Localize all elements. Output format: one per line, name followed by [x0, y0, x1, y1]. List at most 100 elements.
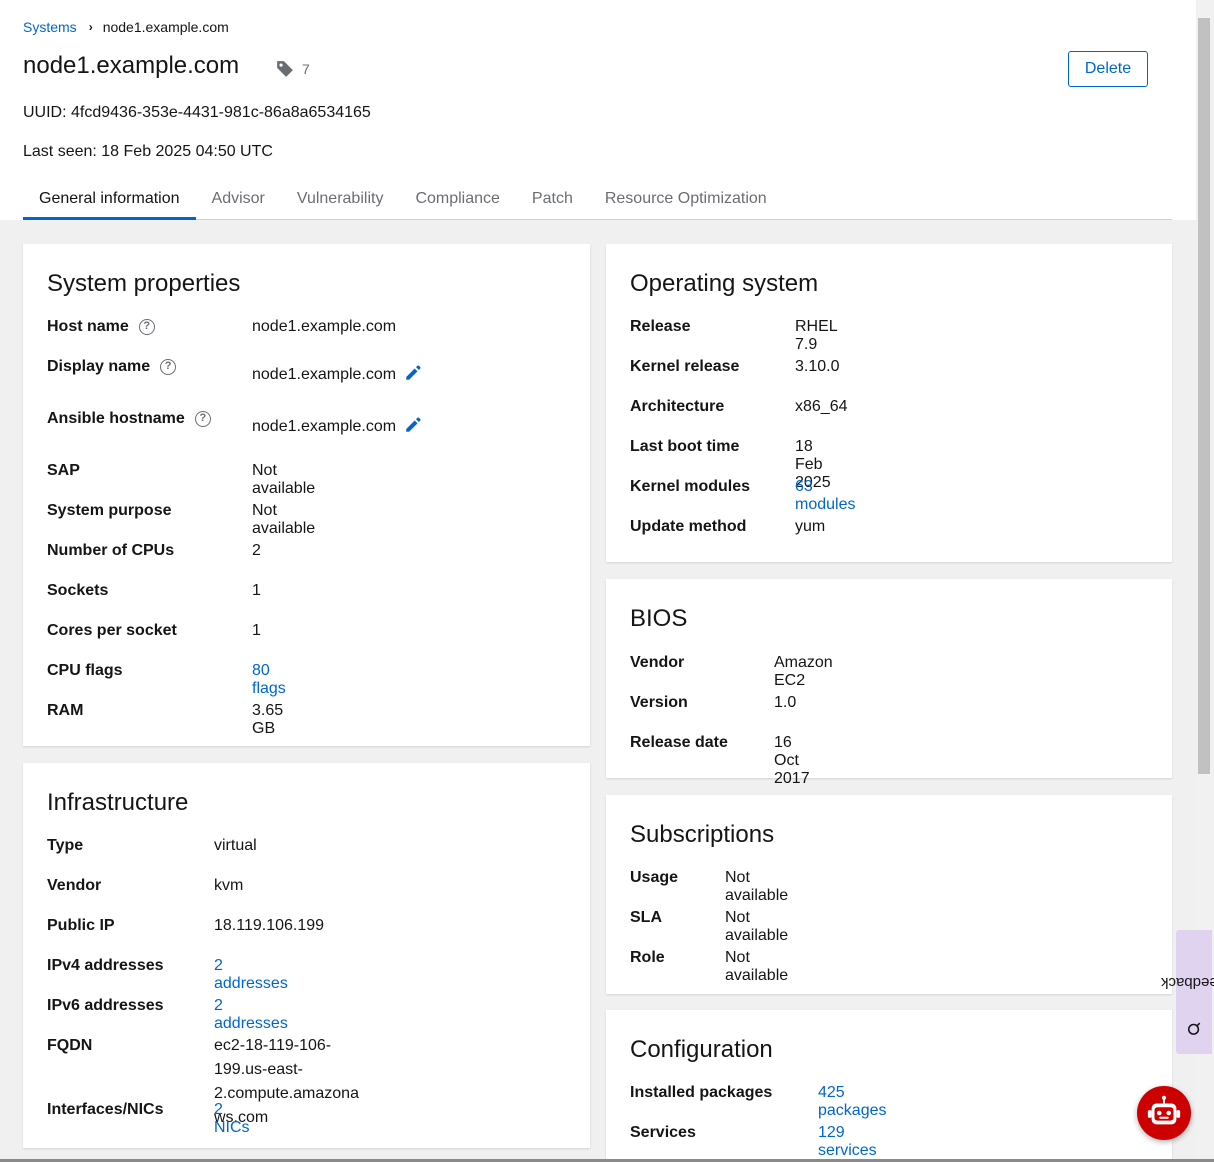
- system-properties-card: System properties Host name? node1.examp…: [23, 244, 590, 746]
- help-icon[interactable]: ?: [194, 411, 211, 427]
- card-title: Configuration: [630, 1036, 773, 1063]
- fqdn-row: FQDN ec2-18-119-106-199.us-east-2.comput…: [47, 1037, 359, 1126]
- vendor-value: kvm: [214, 877, 244, 894]
- bios-date-value: 16 Oct 2017: [774, 734, 810, 787]
- role-row: Role Not available: [630, 949, 788, 984]
- feedback-icon: [1187, 1022, 1200, 1035]
- ansible-hostname-label: Ansible hostname: [47, 410, 185, 427]
- installed-packages-label: Installed packages: [630, 1084, 773, 1101]
- bios-date-label: Release date: [630, 734, 728, 751]
- system-purpose-label: System purpose: [47, 502, 172, 519]
- feedback-button[interactable]: Feedback: [1161, 930, 1214, 1054]
- infrastructure-card: Infrastructure Type virtual Vendor kvm P…: [23, 763, 590, 1148]
- tag-count: 7: [302, 61, 310, 77]
- system-purpose-row: System purpose Not available: [47, 502, 315, 537]
- cores-value: 1: [252, 622, 261, 639]
- sla-value: Not available: [725, 909, 789, 944]
- system-uuid: UUID: 4fcd9436-353e-4431-981c-86a8a65341…: [23, 104, 371, 121]
- ipv6-link[interactable]: 2 addresses: [214, 997, 288, 1032]
- tag-icon: [277, 61, 293, 77]
- help-icon[interactable]: ?: [160, 359, 177, 375]
- update-method-row: Update method yum: [630, 518, 825, 536]
- kernel-release-value: 3.10.0: [795, 358, 840, 375]
- sla-row: SLA Not available: [630, 909, 788, 944]
- help-icon[interactable]: ?: [138, 319, 155, 335]
- tab-patch[interactable]: Patch: [516, 184, 589, 220]
- public-ip-row: Public IP 18.119.106.199: [47, 917, 324, 935]
- nics-label: Interfaces/NICs: [47, 1101, 164, 1118]
- cpus-label: Number of CPUs: [47, 542, 175, 559]
- type-row: Type virtual: [47, 837, 257, 855]
- card-title: Infrastructure: [47, 789, 189, 816]
- main-content: System properties Host name? node1.examp…: [0, 220, 1196, 1162]
- architecture-row: Architecture x86_64: [630, 398, 848, 416]
- host-name-value: node1.example.com: [252, 318, 397, 335]
- chevron-right-icon: ›: [88, 20, 93, 34]
- kernel-modules-row: Kernel modules 63 modules: [630, 478, 855, 513]
- card-title: BIOS: [630, 605, 688, 632]
- ansible-hostname-row: Ansible hostname? node1.example.com: [47, 410, 421, 435]
- ipv4-link[interactable]: 2 addresses: [214, 957, 288, 992]
- cores-row: Cores per socket 1: [47, 622, 261, 640]
- public-ip-label: Public IP: [47, 917, 115, 934]
- release-value: RHEL 7.9: [795, 318, 838, 353]
- usage-value: Not available: [725, 869, 789, 904]
- page: Systems › node1.example.com node1.exampl…: [0, 0, 1196, 1162]
- system-purpose-value: Not available: [252, 502, 316, 537]
- sap-label: SAP: [47, 462, 80, 479]
- last-boot-label: Last boot time: [630, 438, 740, 455]
- card-title: Subscriptions: [630, 821, 775, 848]
- bios-vendor-row: Vendor Amazon EC2: [630, 654, 833, 689]
- scrollbar-thumb[interactable]: [1198, 18, 1210, 774]
- services-label: Services: [630, 1124, 696, 1141]
- update-method-label: Update method: [630, 518, 747, 535]
- bios-version-value: 1.0: [774, 694, 797, 711]
- delete-button[interactable]: Delete: [1068, 51, 1148, 87]
- cores-label: Cores per socket: [47, 622, 177, 639]
- installed-packages-link[interactable]: 425 packages: [818, 1084, 887, 1119]
- sap-value: Not available: [252, 462, 316, 497]
- bios-vendor-label: Vendor: [630, 654, 685, 671]
- ram-label: RAM: [47, 702, 84, 719]
- update-method-value: yum: [795, 518, 826, 535]
- display-name-value: node1.example.com: [252, 366, 397, 383]
- subscriptions-card: Subscriptions Usage Not available SLA No…: [606, 795, 1172, 994]
- tab-resource-optimization[interactable]: Resource Optimization: [589, 184, 783, 220]
- tab-vulnerability[interactable]: Vulnerability: [281, 184, 400, 220]
- ipv4-row: IPv4 addresses 2 addresses: [47, 957, 288, 992]
- sap-row: SAP Not available: [47, 462, 315, 497]
- host-name-row: Host name? node1.example.com: [47, 318, 396, 336]
- services-link[interactable]: 129 services: [818, 1124, 877, 1159]
- type-label: Type: [47, 837, 84, 854]
- pencil-icon[interactable]: [404, 416, 422, 434]
- cpu-flags-link[interactable]: 80 flags: [252, 662, 286, 697]
- card-title: System properties: [47, 270, 241, 297]
- sockets-row: Sockets 1: [47, 582, 261, 600]
- tab-advisor[interactable]: Advisor: [196, 184, 281, 220]
- chatbot-button[interactable]: [1137, 1086, 1191, 1140]
- vendor-row: Vendor kvm: [47, 877, 243, 895]
- ipv6-row: IPv6 addresses 2 addresses: [47, 997, 288, 1032]
- kernel-modules-link[interactable]: 63 modules: [795, 478, 855, 513]
- ipv6-label: IPv6 addresses: [47, 997, 164, 1014]
- tags-button[interactable]: 7: [276, 60, 310, 78]
- bios-version-row: Version 1.0: [630, 694, 796, 712]
- card-title: Operating system: [630, 270, 819, 297]
- ram-value: 3.65 GB: [252, 702, 284, 737]
- tab-general-information[interactable]: General information: [23, 184, 196, 220]
- feedback-label: Feedback: [1161, 973, 1214, 991]
- kernel-release-label: Kernel release: [630, 358, 740, 375]
- tab-compliance[interactable]: Compliance: [399, 184, 515, 220]
- display-name-label: Display name: [47, 358, 151, 375]
- breadcrumb-systems-link[interactable]: Systems: [23, 19, 77, 35]
- architecture-value: x86_64: [795, 398, 848, 415]
- tab-bar: General information Advisor Vulnerabilit…: [23, 184, 1172, 220]
- page-header: Systems › node1.example.com node1.exampl…: [0, 0, 1196, 220]
- cpu-flags-label: CPU flags: [47, 662, 123, 679]
- robot-icon: [1147, 1095, 1181, 1125]
- fqdn-label: FQDN: [47, 1037, 93, 1054]
- cpus-value: 2: [252, 542, 261, 559]
- breadcrumb-current: node1.example.com: [102, 19, 229, 35]
- nics-link[interactable]: 2 NICs: [214, 1101, 250, 1136]
- pencil-icon[interactable]: [404, 364, 422, 382]
